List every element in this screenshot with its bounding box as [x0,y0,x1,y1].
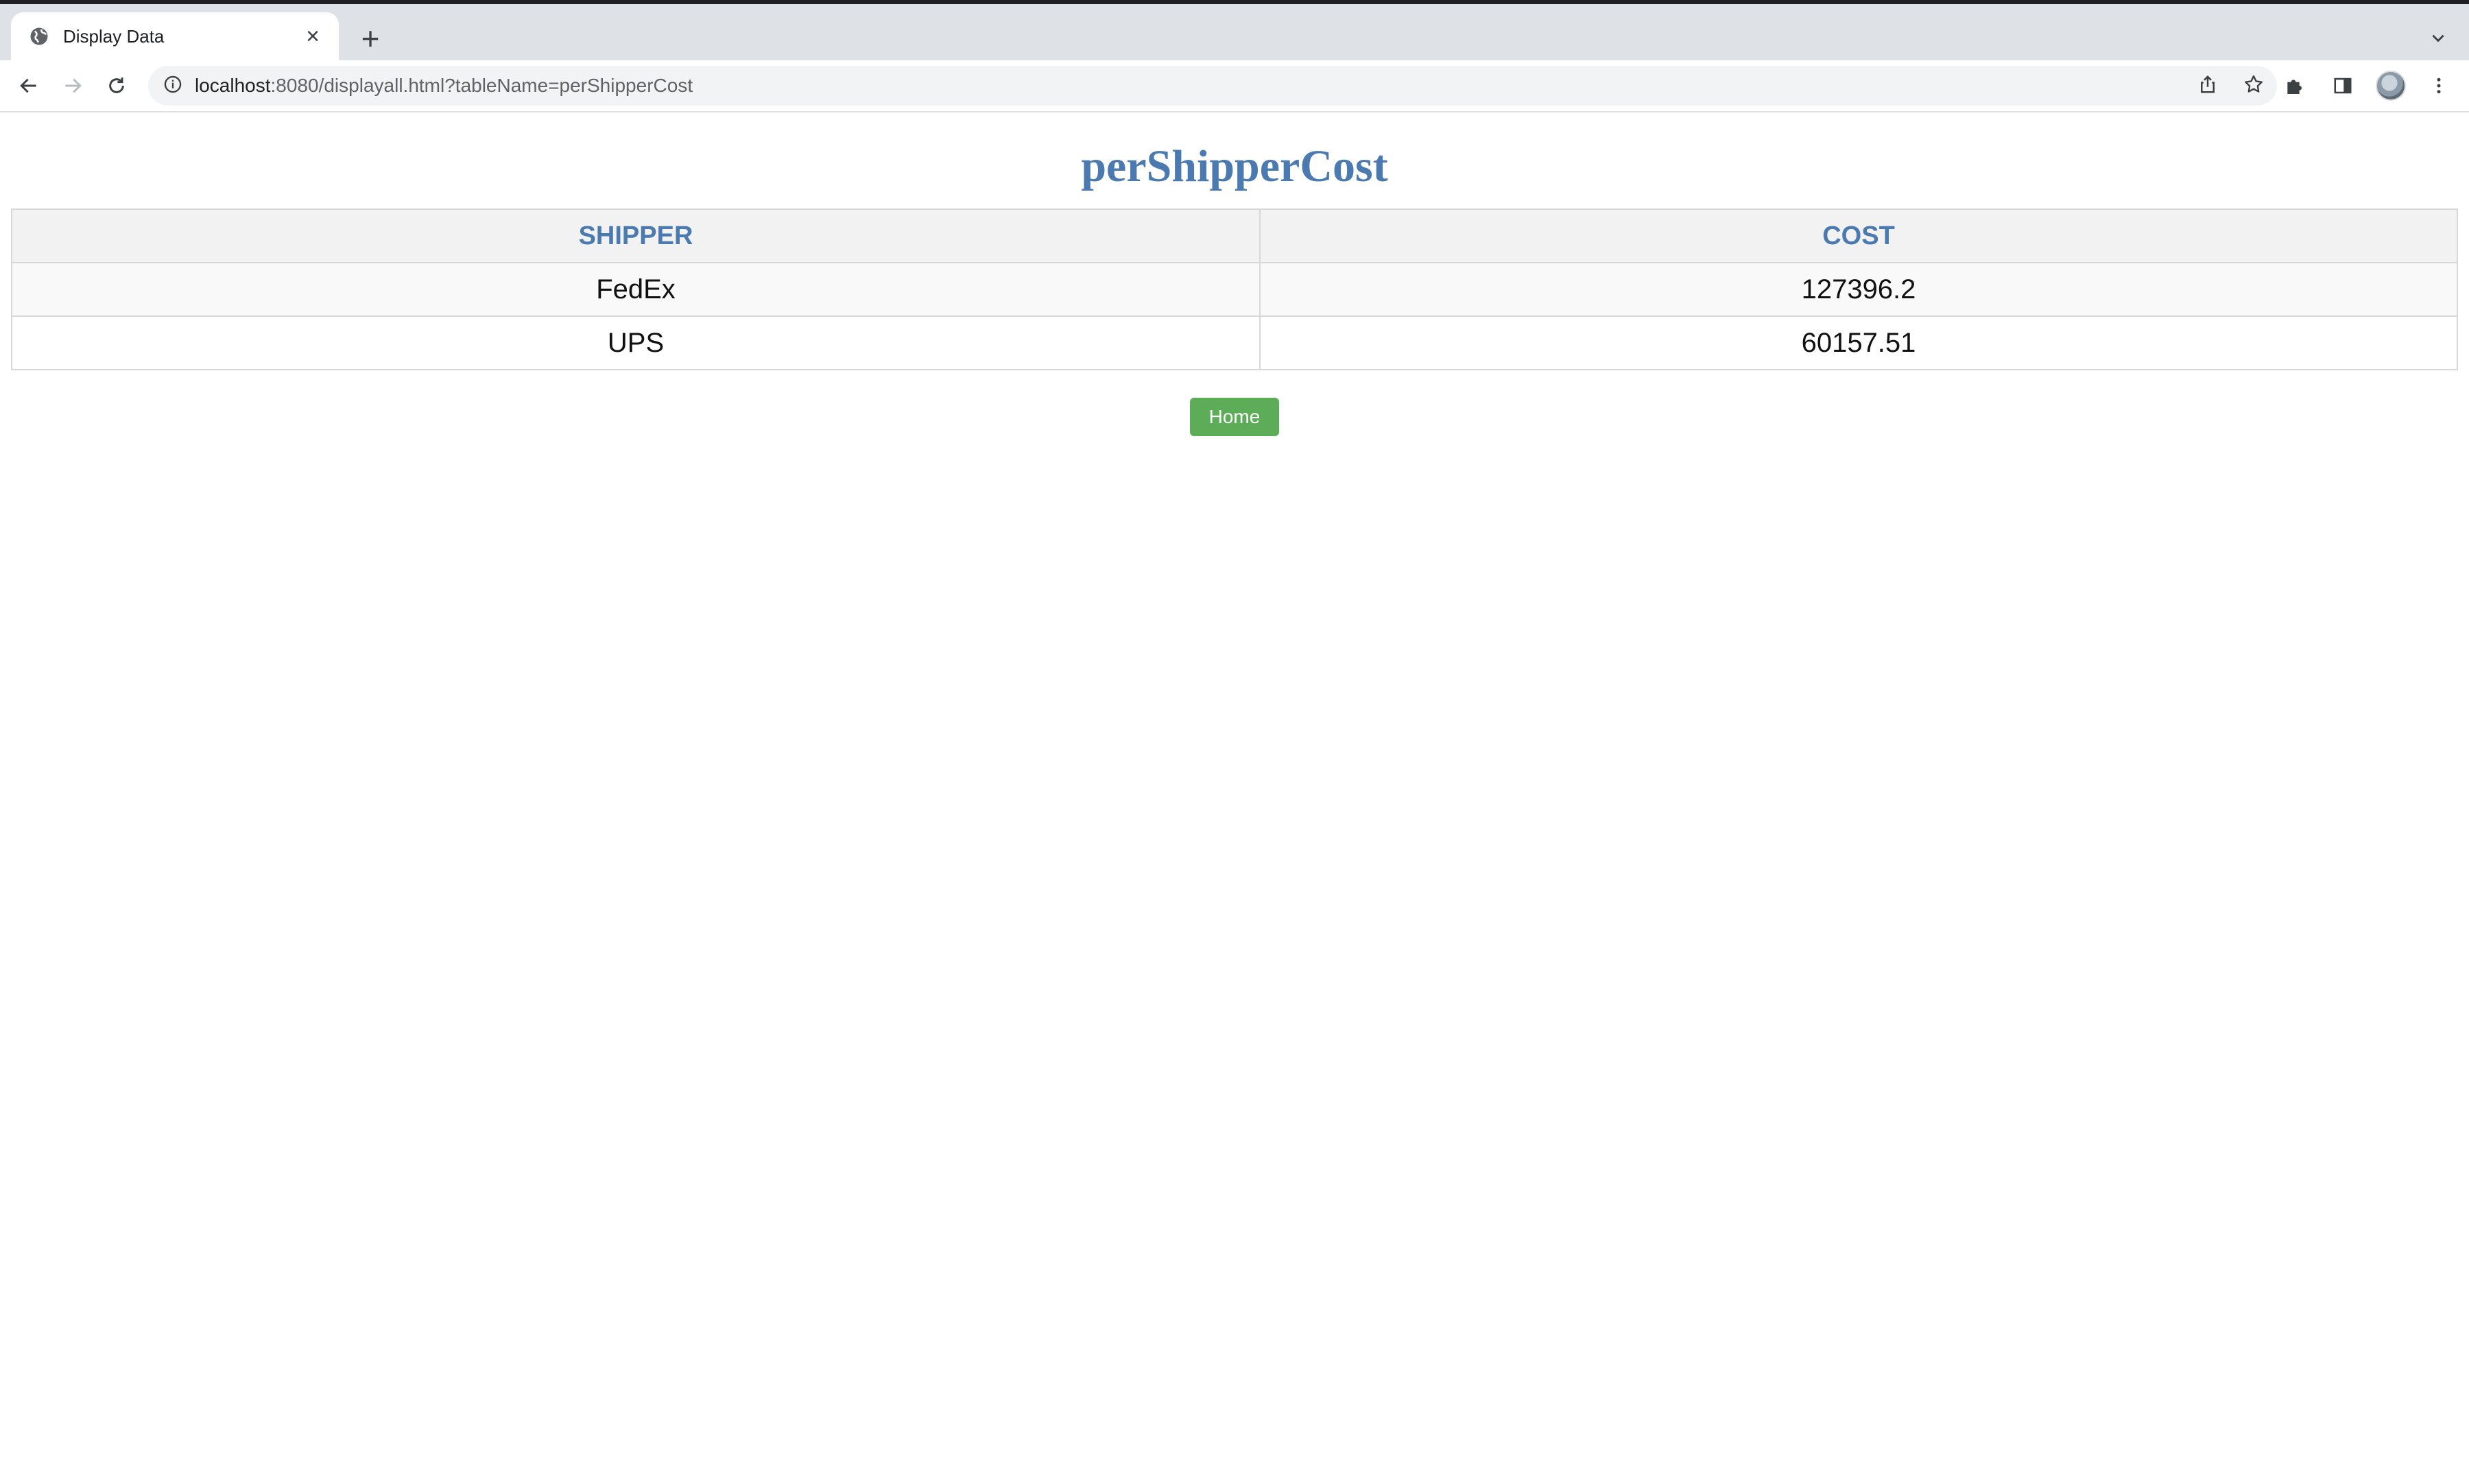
share-icon[interactable] [2197,74,2218,98]
cell-cost: 60157.51 [1259,315,2458,370]
reload-icon[interactable] [100,69,133,102]
column-header-shipper: SHIPPER [11,208,1261,263]
bookmark-star-icon[interactable] [2243,73,2265,99]
toolbar-actions [2278,69,2455,102]
url-path: :8080/displayall.html?tableName=perShipp… [270,75,693,96]
tab-title: Display Data [63,25,165,47]
data-table: SHIPPER COST FedEx 127396.2 UPS 60157.51 [11,208,2458,370]
button-container: Home [0,398,2469,436]
info-icon[interactable] [163,75,182,97]
browser-toolbar: localhost:8080/displayall.html?tableName… [0,60,2469,112]
column-header-cost: COST [1259,208,2458,263]
address-bar[interactable]: localhost:8080/displayall.html?tableName… [148,66,2277,106]
profile-avatar[interactable] [2374,69,2407,102]
url-host: localhost [195,75,271,96]
menu-dots-icon[interactable] [2422,69,2455,102]
tab-display-data[interactable]: Display Data × [11,12,339,60]
close-tab-icon[interactable]: × [300,23,325,49]
forward-icon[interactable] [56,69,89,102]
table-row: UPS 60157.51 [11,315,2458,370]
page-title: perShipperCost [1081,141,1388,191]
chevron-down-icon[interactable] [2428,27,2448,48]
extensions-puzzle-icon[interactable] [2278,69,2311,102]
home-button[interactable]: Home [1189,398,1280,436]
cell-cost: 127396.2 [1259,262,2458,317]
back-icon[interactable] [12,69,45,102]
side-panel-icon[interactable] [2326,69,2359,102]
avatar [2376,71,2406,101]
page-content: perShipperCost SHIPPER COST FedEx 127396… [0,141,2469,436]
tab-strip: Display Data × + [0,4,2469,60]
cell-shipper: UPS [11,315,1261,370]
url-text[interactable]: localhost:8080/displayall.html?tableName… [195,75,693,97]
new-tab-button[interactable]: + [355,23,385,54]
table-row: FedEx 127396.2 [11,262,2458,317]
omnibox-actions [2197,73,2265,99]
table-header-row: SHIPPER COST [11,208,2458,263]
globe-icon [27,25,51,48]
cell-shipper: FedEx [11,262,1261,317]
